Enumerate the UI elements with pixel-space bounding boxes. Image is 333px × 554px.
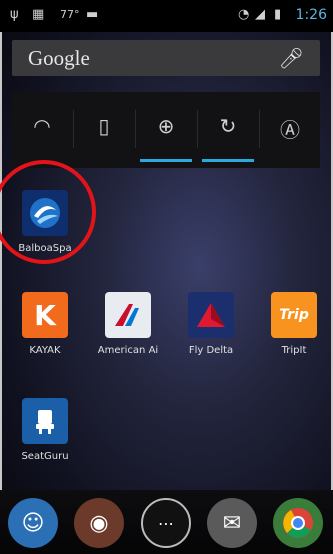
- kayak-icon: K: [22, 292, 68, 338]
- app-kayak[interactable]: K KAYAK: [10, 292, 80, 356]
- camera-icon[interactable]: ◉: [74, 498, 124, 548]
- sync-on-indicator: [202, 159, 254, 162]
- app-tripit[interactable]: Trip TripIt: [259, 292, 329, 356]
- seatguru-logo: [36, 410, 54, 434]
- location-on-indicator: [140, 159, 192, 162]
- messaging-icon[interactable]: ✉: [207, 498, 257, 548]
- balboa-spa-logo: [30, 198, 60, 228]
- app-label: KAYAK: [29, 345, 61, 356]
- contacts-icon[interactable]: ☺: [8, 498, 58, 548]
- clock: 1:26: [295, 7, 327, 23]
- status-bar: ψ ▦ 77° ▬ ◔ ◢ ▮ 1:26: [0, 0, 333, 32]
- sync-icon: ↻: [219, 114, 237, 138]
- app-label: SeatGuru: [21, 451, 69, 462]
- quick-settings-widget: ◠ ▯ ⊕ ↻ Ⓐ: [12, 92, 320, 168]
- brightness-toggle[interactable]: Ⓐ: [260, 92, 320, 168]
- app-balboaspa[interactable]: BalboaSpa: [10, 190, 80, 254]
- app-label: American Ai: [97, 345, 159, 356]
- balboa-spa-icon: [22, 190, 68, 236]
- dock: ☺ ◉ ⋯ ✉: [0, 490, 333, 554]
- vibrate-toggle[interactable]: ▯: [74, 92, 134, 168]
- signal-icon: ▦: [32, 7, 45, 22]
- tripit-icon: Trip: [271, 292, 317, 338]
- device-frame: [0, 0, 333, 554]
- wifi-toggle[interactable]: ◠: [12, 92, 72, 168]
- location-icon: ⊕: [157, 114, 175, 138]
- battery-icon: ▬: [86, 7, 99, 22]
- app-label: BalboaSpa: [18, 243, 72, 254]
- wifi-toggle-icon: ◠: [33, 114, 51, 138]
- american-airlines-icon: [105, 292, 151, 338]
- vibrate-icon: ▯: [98, 114, 110, 138]
- american-airlines-logo: [115, 304, 139, 326]
- usb-icon: ψ: [10, 7, 19, 22]
- app-label: TripIt: [281, 345, 307, 356]
- wifi-icon: ◔: [238, 7, 250, 22]
- chrome-icon[interactable]: [273, 498, 323, 548]
- all-apps-icon[interactable]: ⋯: [141, 498, 191, 548]
- app-label: Fly Delta: [188, 345, 234, 356]
- app-fly-delta[interactable]: Fly Delta: [176, 292, 246, 356]
- sync-toggle[interactable]: ↻: [198, 92, 258, 168]
- app-seatguru[interactable]: SeatGuru: [10, 398, 80, 462]
- battery-level-icon: ▮: [274, 7, 282, 22]
- mic-icon[interactable]: 🎤︎: [279, 46, 304, 70]
- delta-icon: [188, 292, 234, 338]
- delta-logo: [197, 303, 225, 327]
- temperature: 77°: [60, 8, 80, 21]
- app-american-airlines[interactable]: American Ai: [93, 292, 163, 356]
- google-search-bar[interactable]: Google 🎤︎: [12, 40, 320, 76]
- google-logo: Google: [28, 46, 90, 70]
- location-toggle[interactable]: ⊕: [136, 92, 196, 168]
- seatguru-icon: [22, 398, 68, 444]
- cell-signal-icon: ◢: [255, 7, 265, 22]
- auto-brightness-icon: Ⓐ: [280, 118, 300, 142]
- chrome-logo: [283, 508, 313, 538]
